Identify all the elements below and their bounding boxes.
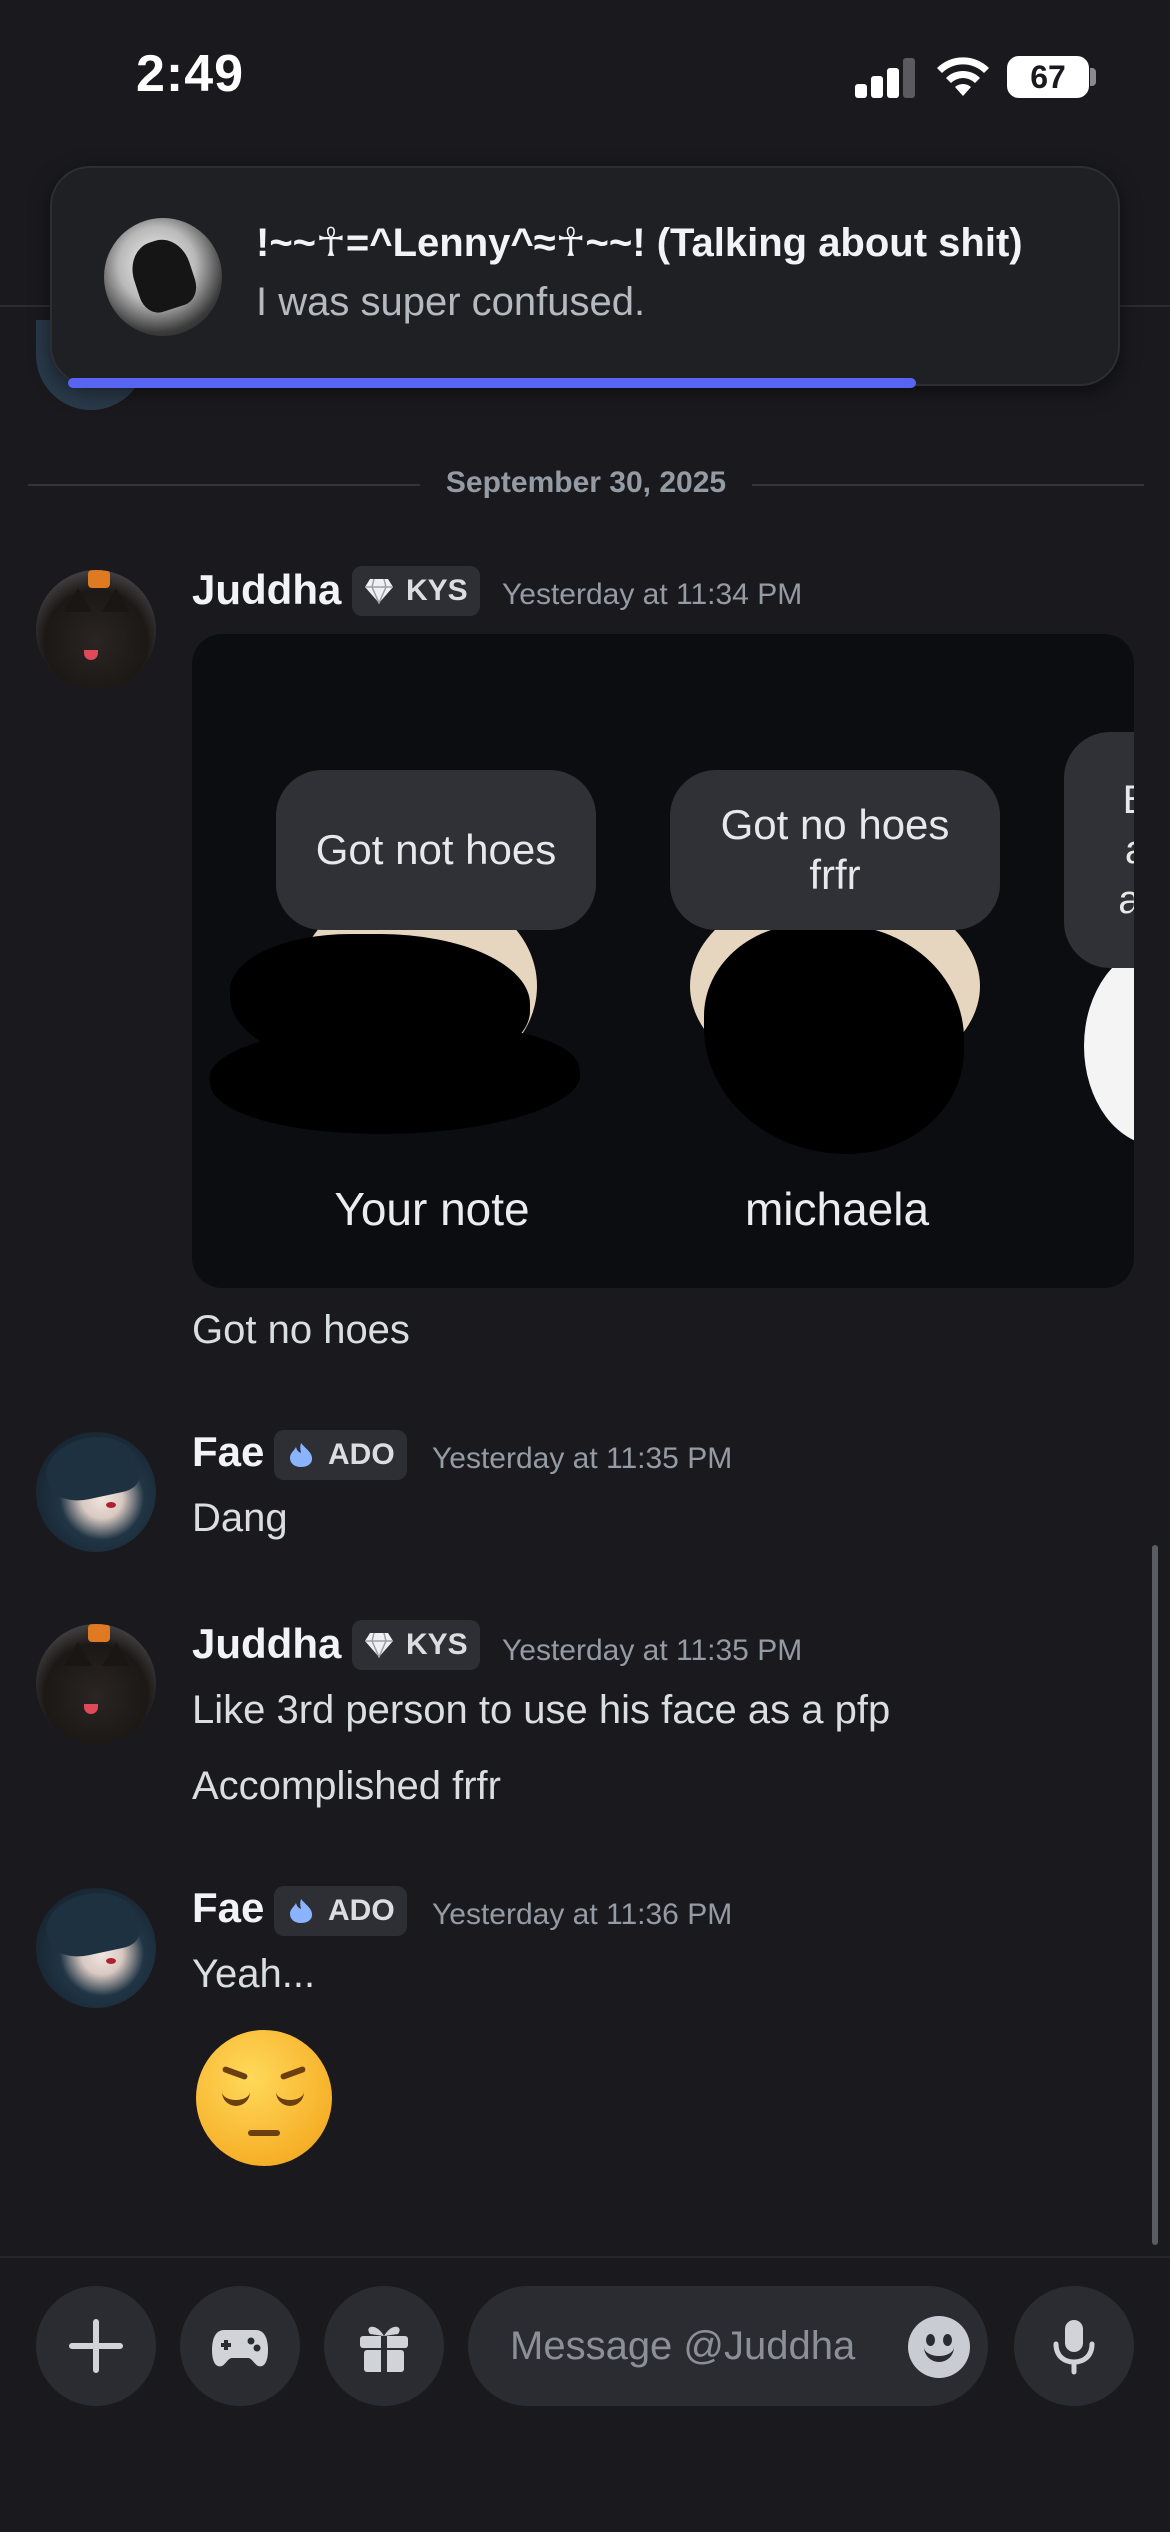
notification-body: I was super confused. <box>256 280 646 324</box>
note-avatar <box>1084 946 1134 1146</box>
note-name: michaela <box>744 1183 930 1235</box>
username[interactable]: Juddha <box>192 566 341 614</box>
gem-icon <box>365 578 393 604</box>
status-bar: 2:49 67 <box>0 0 1170 150</box>
plus-icon <box>69 2319 123 2373</box>
scrollbar[interactable] <box>1152 1545 1158 2245</box>
note-bubble: Got not hoes <box>276 770 596 930</box>
microphone-icon <box>1053 2320 1095 2375</box>
divider-date: September 30, 2025 <box>419 466 753 499</box>
battery-tip <box>1090 68 1096 86</box>
server-tag-badge[interactable]: ADO <box>274 1430 407 1480</box>
avatar[interactable] <box>36 1888 156 2008</box>
message-input[interactable] <box>510 2286 910 2406</box>
username[interactable]: Fae <box>192 1428 264 1476</box>
date-divider: September 30, 2025 <box>28 462 1144 506</box>
avatar[interactable] <box>36 570 156 690</box>
avatar[interactable] <box>36 1432 156 1552</box>
notification-title: !~~☥=^Lenny^≈☥~~! (Talking about shit) <box>256 221 1023 265</box>
message-timestamp: Yesterday at 11:35 PM <box>432 1442 733 1475</box>
message-input-container[interactable] <box>468 2286 988 2406</box>
flame-icon <box>290 1443 313 1467</box>
emoji-picker-icon[interactable] <box>908 2316 970 2378</box>
note-bubble: B a ar <box>1064 732 1134 968</box>
notification-progress-bar <box>68 378 916 388</box>
server-tag-badge[interactable]: KYS <box>352 566 480 616</box>
server-tag-badge[interactable]: ADO <box>274 1886 407 1936</box>
message-text: Like 3rd person to use his face as a pfp <box>192 1688 891 1732</box>
message-text: Dang <box>192 1496 288 1540</box>
message-timestamp: Yesterday at 11:36 PM <box>432 1898 733 1931</box>
pensive-face-emoji <box>196 2030 332 2166</box>
avatar[interactable] <box>36 1624 156 1744</box>
gem-icon <box>365 1632 393 1658</box>
notification-avatar <box>104 218 222 336</box>
image-attachment[interactable]: Got not hoes Your note Got no hoes frfr … <box>192 634 1134 1288</box>
badge-label: KYS <box>406 574 468 607</box>
message-text: Accomplished frfr <box>192 1764 501 1808</box>
activities-button[interactable] <box>180 2286 300 2406</box>
note-name: Your note <box>334 1183 530 1235</box>
gift-button[interactable] <box>324 2286 444 2406</box>
note-bubble: Got no hoes frfr <box>670 770 1000 930</box>
message-text: Yeah... <box>192 1952 316 1996</box>
battery-indicator: 67 <box>1007 56 1089 98</box>
voice-message-button[interactable] <box>1014 2286 1134 2406</box>
status-time: 2:49 <box>136 45 245 103</box>
cellular-signal-icon <box>855 58 915 98</box>
username[interactable]: Fae <box>192 1884 264 1932</box>
badge-label: ADO <box>328 1894 395 1927</box>
composer-divider <box>0 2256 1170 2258</box>
gift-icon <box>360 2326 408 2372</box>
message-text: Got no hoes <box>192 1308 410 1352</box>
server-tag-badge[interactable]: KYS <box>352 1620 480 1670</box>
flame-icon <box>290 1899 313 1923</box>
add-attachment-button[interactable] <box>36 2286 156 2406</box>
gamepad-icon <box>212 2330 268 2367</box>
badge-label: ADO <box>328 1438 395 1471</box>
message-timestamp: Yesterday at 11:35 PM <box>502 1634 803 1667</box>
wifi-icon <box>937 57 989 96</box>
notification-banner[interactable]: !~~☥=^Lenny^≈☥~~! (Talking about shit) I… <box>50 166 1120 388</box>
message-timestamp: Yesterday at 11:34 PM <box>502 578 803 611</box>
badge-label: KYS <box>406 1628 468 1661</box>
username[interactable]: Juddha <box>192 1620 341 1668</box>
redaction-scribble <box>704 924 964 1154</box>
